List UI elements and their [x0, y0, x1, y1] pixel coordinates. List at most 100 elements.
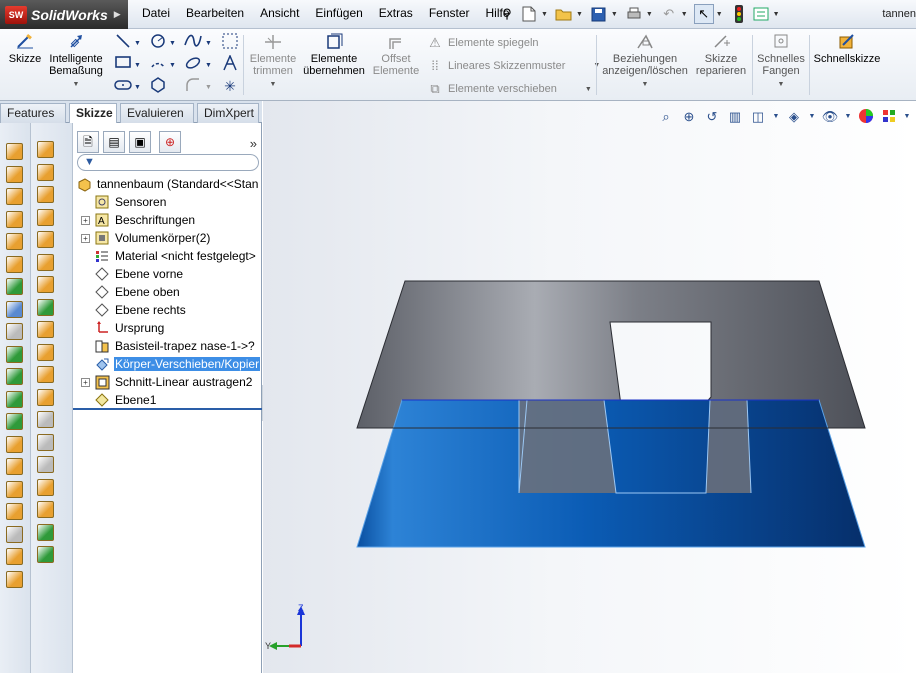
- tree-item-ursprung[interactable]: Ursprung: [94, 319, 165, 337]
- offset-elemente-button[interactable]: Offset Elemente: [372, 33, 420, 77]
- feature-tool-icon[interactable]: [6, 458, 23, 475]
- tree-item-ebene1[interactable]: Ebene1: [94, 391, 157, 409]
- schnellskizze-button[interactable]: Schnellskizze: [812, 33, 882, 65]
- menu-extras[interactable]: Extras: [371, 6, 421, 20]
- line-icon[interactable]: [114, 33, 132, 51]
- sketch-tool-icon[interactable]: [37, 523, 54, 541]
- open-dropdown-icon[interactable]: ▼: [576, 11, 583, 18]
- fillet-icon[interactable]: [184, 77, 202, 95]
- menu-ansicht[interactable]: Ansicht: [252, 6, 307, 20]
- construction-grid-icon[interactable]: [221, 33, 239, 51]
- sketch-tool-icon[interactable]: [37, 456, 54, 473]
- feature-tool-icon[interactable]: [6, 188, 23, 205]
- graphics-area[interactable]: ⌕ ⊕ ↺ ▥ ◫ ▼ ◈ ▼ 👁 ▼ ▼ Z Y: [263, 101, 916, 673]
- open-folder-icon[interactable]: [554, 4, 574, 24]
- rebuild-traffic-light-icon[interactable]: [729, 4, 749, 24]
- tree-item-koerper-verschieben[interactable]: Körper-Verschieben/Kopier: [94, 355, 261, 373]
- tree-item-ebene-rechts[interactable]: Ebene rechts: [94, 301, 187, 319]
- arc-dropdown-icon[interactable]: ▼: [168, 57, 177, 75]
- feature-tool-icon[interactable]: [6, 413, 23, 430]
- undo-dropdown-icon[interactable]: ▼: [681, 11, 688, 18]
- ellipse-dropdown-icon[interactable]: ▼: [204, 57, 213, 75]
- fangen-dropdown-icon[interactable]: ▼: [778, 81, 785, 88]
- verschieben-dropdown-icon[interactable]: ▼: [585, 86, 592, 93]
- new-document-icon[interactable]: [519, 4, 539, 24]
- select-pointer-icon[interactable]: ↖: [693, 4, 714, 24]
- sketch-tool-icon[interactable]: [37, 163, 54, 181]
- feature-tool-icon[interactable]: [6, 480, 23, 498]
- feature-tool-icon[interactable]: [6, 503, 23, 520]
- feature-tool-icon[interactable]: [6, 165, 23, 183]
- tab-dimxpert[interactable]: DimXpert: [197, 103, 259, 123]
- sketch-tool-icon[interactable]: [37, 366, 54, 383]
- print-icon[interactable]: [624, 4, 644, 24]
- sketch-tool-icon[interactable]: [37, 411, 54, 428]
- feature-tool-icon[interactable]: [6, 548, 23, 565]
- sketch-tool-icon[interactable]: [37, 501, 54, 518]
- menu-bearbeiten[interactable]: Bearbeiten: [178, 6, 252, 20]
- select-dropdown-icon[interactable]: ▼: [716, 11, 723, 18]
- tree-item-volumenkoerper[interactable]: + Volumenkörper(2): [81, 229, 211, 247]
- tab-evaluieren[interactable]: Evaluieren: [120, 103, 194, 123]
- elemente-spiegeln-button[interactable]: ⚠ Elemente spiegeln: [426, 35, 538, 51]
- sketch-tool-icon[interactable]: [37, 253, 54, 271]
- tree-item-ebene-oben[interactable]: Ebene oben: [94, 283, 181, 301]
- sketch-tool-icon[interactable]: [37, 433, 54, 451]
- expand-icon[interactable]: +: [81, 234, 90, 243]
- more-tabs-icon[interactable]: »: [250, 136, 257, 151]
- feature-tool-icon[interactable]: [6, 143, 23, 160]
- ellipse-icon[interactable]: [184, 55, 202, 73]
- sketch-tool-icon[interactable]: [37, 208, 54, 226]
- options-icon[interactable]: [751, 4, 771, 24]
- feature-tool-icon[interactable]: [6, 210, 23, 228]
- slot-dropdown-icon[interactable]: ▼: [133, 79, 142, 97]
- expand-icon[interactable]: +: [81, 216, 90, 225]
- sketch-tool-icon[interactable]: [37, 321, 54, 338]
- rectangle-dropdown-icon[interactable]: ▼: [133, 57, 142, 75]
- menu-einfuegen[interactable]: Einfügen: [307, 6, 370, 20]
- bemassung-dropdown-icon[interactable]: ▼: [73, 81, 80, 88]
- tree-item-material[interactable]: Material <nicht festgelegt>: [94, 247, 257, 265]
- circle-dropdown-icon[interactable]: ▼: [168, 35, 177, 53]
- circle-icon[interactable]: [149, 33, 167, 51]
- feature-tool-icon[interactable]: [6, 525, 23, 543]
- rectangle-icon[interactable]: [114, 55, 132, 73]
- beziehungen-dropdown-icon[interactable]: ▼: [642, 81, 649, 88]
- feature-tool-icon[interactable]: [6, 233, 23, 250]
- tab-features[interactable]: Features: [0, 103, 66, 123]
- feature-tool-icon[interactable]: [6, 300, 23, 318]
- sketch-tool-icon[interactable]: [37, 186, 54, 203]
- tree-item-sensoren[interactable]: Sensoren: [94, 193, 167, 211]
- skizze-reparieren-button[interactable]: Skizze reparieren: [693, 33, 749, 77]
- trimmen-dropdown-icon[interactable]: ▼: [270, 81, 277, 88]
- polygon-icon[interactable]: [149, 77, 167, 95]
- menu-datei[interactable]: Datei: [134, 6, 178, 20]
- feature-tool-icon[interactable]: [6, 278, 23, 295]
- options-dropdown-icon[interactable]: ▼: [773, 11, 780, 18]
- sketch-tool-icon[interactable]: [37, 478, 54, 496]
- elemente-trimmen-button[interactable]: Elemente trimmen ▼: [247, 33, 299, 91]
- arc-icon[interactable]: [149, 55, 167, 73]
- configurationmanager-tab-icon[interactable]: ▣: [129, 131, 151, 153]
- tree-item-schnitt-linear[interactable]: + Schnitt-Linear austragen2: [81, 373, 253, 391]
- sketch-tool-icon[interactable]: [37, 141, 54, 158]
- feature-tool-icon[interactable]: [6, 390, 23, 408]
- slot-icon[interactable]: [114, 77, 132, 95]
- feature-tree-filter[interactable]: ▼: [77, 154, 259, 171]
- fillet-dropdown-icon[interactable]: ▼: [204, 79, 213, 97]
- solidworks-logo[interactable]: SW SolidWorks ▶: [0, 0, 128, 29]
- sketch-tool-icon[interactable]: [37, 388, 54, 406]
- sketch-tool-icon[interactable]: [37, 298, 54, 316]
- feature-tool-icon[interactable]: [6, 323, 23, 340]
- sketch-tool-icon[interactable]: [37, 231, 54, 248]
- skizze-button[interactable]: Skizze: [6, 33, 44, 65]
- feature-tool-icon[interactable]: [6, 255, 23, 273]
- point-icon[interactable]: ✳: [221, 77, 239, 95]
- new-dropdown-icon[interactable]: ▼: [541, 11, 548, 18]
- sketch-tool-icon[interactable]: [37, 546, 54, 563]
- dimxpertmanager-tab-icon[interactable]: ⊕: [159, 131, 181, 153]
- beziehungen-button[interactable]: Beziehungen anzeigen/löschen ▼: [601, 33, 689, 91]
- undo-icon[interactable]: ↶: [659, 4, 679, 24]
- feature-tool-icon[interactable]: [6, 368, 23, 385]
- spline-icon[interactable]: [184, 33, 202, 51]
